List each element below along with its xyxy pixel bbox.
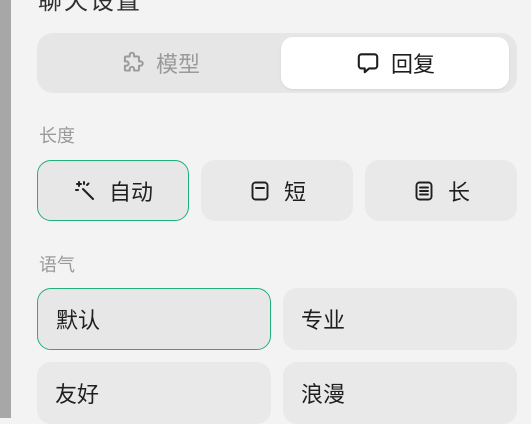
length-option-auto-label: 自动 (108, 180, 153, 206)
tab-reply-label: 回复 (390, 53, 435, 78)
long-doc-icon (412, 179, 436, 203)
length-section-label: 长度 (39, 126, 75, 147)
tone-section-label: 语气 (39, 255, 75, 276)
tab-reply[interactable]: 回复 (281, 37, 509, 89)
tab-model[interactable]: 模型 (41, 37, 279, 89)
tone-option-professional[interactable]: 专业 (283, 288, 517, 350)
tone-option-romantic-label: 浪漫 (301, 383, 346, 408)
length-option-short[interactable]: 短 (201, 160, 353, 221)
tone-option-default-label: 默认 (56, 309, 101, 334)
puzzle-icon (120, 50, 146, 76)
tone-option-professional-label: 专业 (301, 309, 346, 334)
chat-bubble-icon (355, 50, 381, 76)
tone-option-default[interactable]: 默认 (37, 288, 271, 350)
tone-option-romantic[interactable]: 浪漫 (283, 362, 517, 424)
length-option-long[interactable]: 长 (365, 160, 517, 221)
short-doc-icon (248, 179, 272, 203)
length-option-long-label: 长 (447, 180, 470, 206)
length-option-short-label: 短 (283, 180, 306, 206)
tone-option-friendly-label: 友好 (55, 383, 100, 408)
magic-wand-icon (73, 179, 97, 203)
tone-option-friendly[interactable]: 友好 (37, 362, 271, 424)
length-option-auto[interactable]: 自动 (37, 160, 189, 221)
mode-segmented-control: 模型 回复 (37, 33, 517, 93)
tab-model-label: 模型 (155, 53, 200, 78)
scroll-edge (0, 0, 11, 418)
panel-title: 聊天设置 (38, 0, 142, 15)
